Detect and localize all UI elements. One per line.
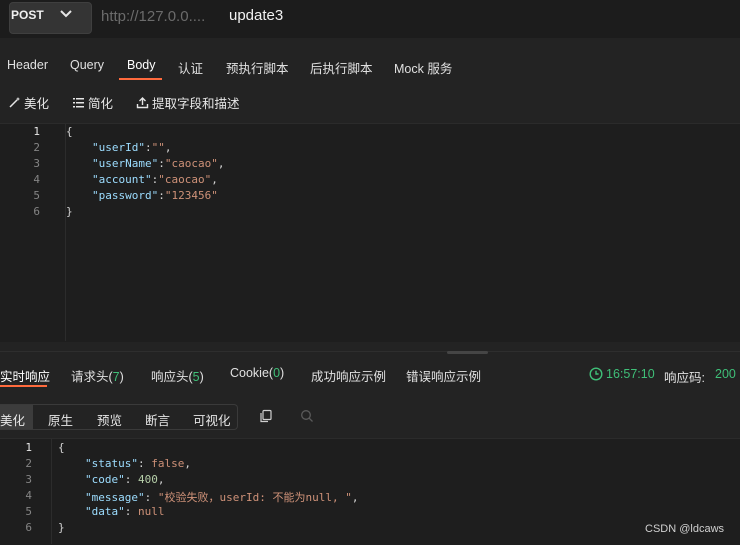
panel-splitter[interactable]	[0, 351, 740, 352]
tab-auth[interactable]: 认证	[178, 58, 203, 77]
code-line: }	[66, 205, 73, 218]
list-icon	[73, 98, 84, 108]
code-line: "userId":"",	[92, 141, 172, 154]
json-value: "caocao"	[158, 173, 212, 186]
line-number: 2	[33, 141, 40, 154]
line-number: 4	[25, 489, 32, 502]
json-key: "account"	[92, 173, 152, 186]
code-line: "data": null	[85, 505, 165, 518]
view-mode-raw[interactable]: 原生	[48, 410, 73, 429]
line-number: 1	[25, 441, 32, 454]
view-mode-beautify[interactable]: 美化	[0, 410, 25, 429]
code-line: "account":"caocao",	[92, 173, 218, 186]
tab-pre-script[interactable]: 预执行脚本	[226, 58, 289, 77]
watermark: CSDN @ldcaws	[645, 523, 725, 535]
line-number: 2	[25, 457, 32, 470]
code-line: "password":"123456"	[92, 189, 218, 202]
line-number: 1	[33, 125, 40, 138]
tab-success-example[interactable]: 成功响应示例	[311, 366, 386, 385]
request-name[interactable]: update3	[229, 7, 283, 24]
view-mode-visualize[interactable]: 可视化	[193, 410, 231, 429]
json-value: ""	[151, 141, 165, 154]
tab-label: 响应头(	[151, 370, 193, 384]
json-key: "message"	[85, 491, 145, 504]
tab-cookie[interactable]: Cookie(0)	[230, 366, 284, 380]
magic-wand-icon	[9, 97, 20, 108]
tab-header[interactable]: Header	[7, 58, 48, 72]
tab-query[interactable]: Query	[70, 58, 104, 72]
splitter-grip-handle[interactable]	[447, 351, 488, 354]
json-value: "caocao"	[164, 157, 218, 170]
tab-label: Cookie(	[230, 366, 274, 380]
count-badge: 0	[273, 366, 281, 380]
editor-gutter-divider	[65, 124, 66, 341]
line-number: 4	[33, 173, 40, 186]
search-icon[interactable]	[300, 409, 314, 423]
tab-label-end: )	[280, 366, 285, 380]
tab-body[interactable]: Body	[127, 58, 156, 72]
beautify-label: 美化	[24, 97, 50, 111]
json-key: "userName"	[92, 157, 159, 170]
json-key: "userId"	[92, 141, 145, 154]
extract-fields-button[interactable]: 提取字段和描述	[136, 93, 240, 112]
count-badge: 7	[112, 370, 120, 384]
tab-mock[interactable]: Mock 服务	[394, 58, 452, 77]
response-time: 16:57:10	[606, 367, 655, 381]
json-value: "校验失败，userId: 不能为null, "	[157, 491, 352, 504]
json-value: "123456"	[164, 189, 218, 202]
tab-response-headers[interactable]: 响应头(5)	[151, 366, 204, 385]
tab-request-headers[interactable]: 请求头(7)	[71, 366, 124, 385]
extract-fields-label: 提取字段和描述	[152, 97, 240, 111]
simplify-button[interactable]: 简化	[72, 93, 113, 112]
code-line: {	[58, 441, 65, 454]
code-line: "message": "校验失败，userId: 不能为null, ",	[85, 491, 359, 504]
tab-post-script[interactable]: 后执行脚本	[310, 58, 373, 77]
tab-error-example[interactable]: 错误响应示例	[406, 366, 481, 385]
status-code-value: 200	[715, 367, 736, 381]
view-mode-assert[interactable]: 断言	[145, 410, 170, 429]
status-code-label: 响应码:	[664, 371, 705, 385]
response-gutter-divider	[51, 439, 52, 544]
active-response-tab-indicator	[0, 385, 47, 387]
code-line: "userName":"caocao",	[92, 157, 225, 170]
clock-icon	[589, 367, 603, 381]
code-line: {	[66, 125, 73, 138]
chevron-down-icon[interactable]	[58, 6, 74, 22]
line-number: 5	[33, 189, 40, 202]
code-line: "code": 400,	[85, 473, 165, 486]
line-number: 3	[25, 473, 32, 486]
body-editor[interactable]	[0, 123, 740, 342]
line-number: 6	[25, 521, 32, 534]
active-tab-indicator	[119, 78, 162, 80]
json-key: "data"	[85, 505, 125, 518]
json-key: "status"	[85, 457, 138, 470]
json-value: false	[151, 457, 185, 470]
tab-realtime-response[interactable]: 实时响应	[0, 366, 50, 385]
simplify-label: 简化	[88, 97, 114, 111]
json-value: null	[138, 505, 165, 518]
code-line: "status": false,	[85, 457, 191, 470]
tab-label-end: )	[119, 370, 124, 384]
json-key: "code"	[85, 473, 125, 486]
json-key: "password"	[92, 189, 159, 202]
copy-icon[interactable]	[259, 409, 273, 423]
url-input[interactable]: http://127.0.0....	[101, 8, 205, 25]
tab-label-end: )	[199, 370, 204, 384]
code-line: }	[58, 521, 65, 534]
line-number: 6	[33, 205, 40, 218]
json-value: 400	[138, 473, 158, 486]
view-mode-preview[interactable]: 预览	[97, 410, 122, 429]
beautify-button[interactable]: 美化	[8, 93, 49, 112]
count-badge: 5	[192, 370, 200, 384]
tab-label: 请求头(	[71, 370, 113, 384]
line-number: 5	[25, 505, 32, 518]
line-number: 3	[33, 157, 40, 170]
upload-icon	[136, 97, 149, 109]
method-label: POST	[11, 8, 44, 22]
